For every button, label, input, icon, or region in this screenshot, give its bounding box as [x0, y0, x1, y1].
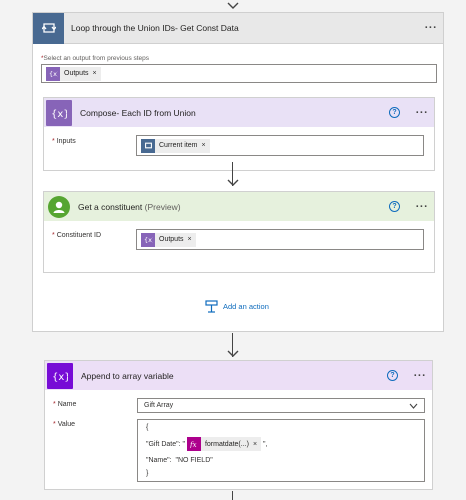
- remove-token-button[interactable]: ×: [188, 236, 192, 243]
- inputs-field[interactable]: Current item ×: [136, 135, 424, 156]
- svg-text:{x}: {x}: [51, 109, 67, 119]
- more-options-button[interactable]: ···: [410, 107, 434, 119]
- constituent-id-label: * Constituent ID: [52, 232, 102, 239]
- more-options-button[interactable]: ···: [419, 22, 443, 34]
- select-output-field[interactable]: {x} Outputs ×: [41, 64, 437, 83]
- name-dropdown[interactable]: Gift Array: [137, 398, 425, 413]
- add-an-action-button[interactable]: Add an action: [205, 300, 269, 313]
- loop-icon: [33, 12, 64, 44]
- compose-icon: {x}: [46, 99, 72, 126]
- loop-icon: [141, 138, 155, 153]
- remove-token-button[interactable]: ×: [202, 142, 206, 149]
- formatdate-expression-token[interactable]: fx formatdate(...) ×: [186, 437, 262, 451]
- compose-header[interactable]: {x} Compose- Each ID from Union ? ···: [44, 98, 434, 127]
- svg-text:{x}: {x}: [144, 236, 153, 243]
- svg-text:{x}: {x}: [49, 70, 58, 77]
- variable-icon: {x}: [141, 232, 155, 247]
- get-constituent-card: Get a constituent (Preview) ? ··· * Cons…: [43, 191, 435, 273]
- connector-arrow: [226, 333, 240, 359]
- value-field[interactable]: { "Gift Date": " fx formatdate(...) × ",…: [137, 419, 425, 482]
- compose-action-card: {x} Compose- Each ID from Union ? ··· * …: [43, 97, 435, 171]
- compose-title: Compose- Each ID from Union: [80, 107, 196, 118]
- help-icon[interactable]: ?: [389, 201, 400, 212]
- svg-text:fx: fx: [189, 441, 197, 448]
- variable-icon: {x}: [46, 66, 60, 81]
- constituent-connector-icon: [48, 195, 70, 218]
- select-output-label: *Select an output from previous steps: [41, 55, 150, 62]
- value-label: * Value: [53, 421, 76, 428]
- foreach-loop-title: Loop through the Union IDs- Get Const Da…: [71, 23, 239, 33]
- connector-arrow-bottom: [226, 491, 240, 500]
- append-to-array-header[interactable]: {x} Append to array variable ? ···: [45, 361, 432, 390]
- help-icon[interactable]: ?: [389, 107, 400, 118]
- connector-arrow-top: [226, 0, 240, 12]
- name-label: * Name: [53, 401, 77, 408]
- function-icon: fx: [186, 437, 201, 451]
- more-options-button[interactable]: ···: [410, 201, 434, 213]
- add-action-icon: [205, 300, 218, 313]
- remove-token-button[interactable]: ×: [93, 70, 97, 77]
- variable-icon: {x}: [47, 362, 73, 389]
- foreach-loop-header[interactable]: Loop through the Union IDs- Get Const Da…: [33, 12, 443, 44]
- svg-text:{x}: {x}: [52, 372, 68, 382]
- constituent-id-field[interactable]: {x} Outputs ×: [136, 229, 424, 250]
- get-constituent-header[interactable]: Get a constituent (Preview) ? ···: [44, 192, 434, 221]
- connector-arrow: [226, 162, 240, 188]
- get-constituent-title: Get a constituent (Preview): [78, 201, 181, 212]
- remove-token-button[interactable]: ×: [253, 441, 257, 448]
- append-to-array-title: Append to array variable: [81, 370, 174, 381]
- chevron-down-icon: [409, 403, 418, 409]
- current-item-token[interactable]: Current item ×: [141, 138, 210, 153]
- inputs-label: * Inputs: [52, 138, 76, 145]
- help-icon[interactable]: ?: [387, 370, 398, 381]
- more-options-button[interactable]: ···: [408, 370, 432, 382]
- append-to-array-card: {x} Append to array variable ? ··· * Nam…: [44, 360, 433, 490]
- outputs-token[interactable]: {x} Outputs ×: [46, 66, 101, 81]
- outputs-token[interactable]: {x} Outputs ×: [141, 232, 196, 247]
